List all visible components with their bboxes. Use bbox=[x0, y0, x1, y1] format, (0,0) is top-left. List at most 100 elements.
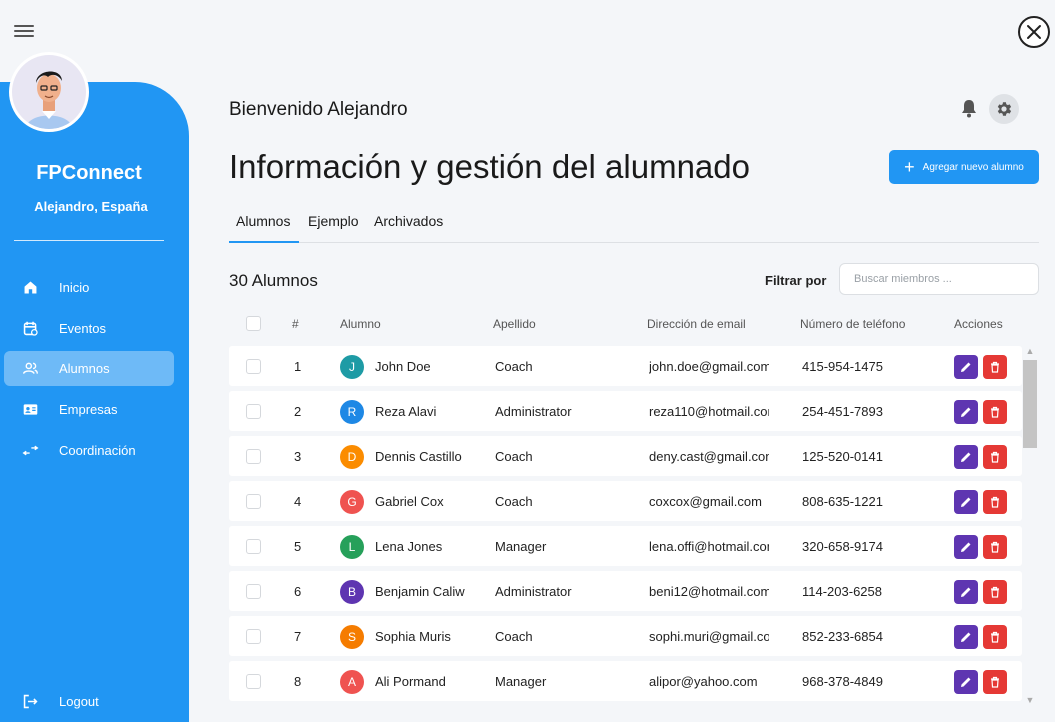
delete-button[interactable] bbox=[983, 355, 1007, 379]
pencil-icon bbox=[961, 362, 971, 372]
edit-button[interactable] bbox=[954, 490, 978, 514]
table-row[interactable]: 5 L Lena Jones Manager lena.offi@hotmail.com… bbox=[229, 526, 1022, 566]
table-row[interactable]: 7 S Sophia Muris Coach sophi.muri@gmail.com 8… bbox=[229, 616, 1022, 656]
student-avatar: R bbox=[340, 400, 364, 424]
sidebar-item-eventos[interactable]: Eventos bbox=[4, 311, 174, 346]
tab-alumnos[interactable]: Alumnos bbox=[236, 213, 290, 229]
student-avatar: G bbox=[340, 490, 364, 514]
settings-button[interactable] bbox=[989, 94, 1019, 124]
row-number: 7 bbox=[294, 629, 302, 644]
bell-icon[interactable] bbox=[960, 98, 978, 118]
search-input[interactable] bbox=[839, 263, 1039, 295]
student-avatar: L bbox=[340, 535, 364, 559]
row-checkbox[interactable] bbox=[246, 539, 261, 554]
row-checkbox[interactable] bbox=[246, 404, 261, 419]
pencil-icon bbox=[961, 677, 971, 687]
select-all-checkbox[interactable] bbox=[246, 316, 261, 331]
row-number: 6 bbox=[294, 584, 302, 599]
home-icon bbox=[24, 281, 37, 294]
trash-icon bbox=[991, 676, 999, 688]
sidebar-item-label: Alumnos bbox=[59, 361, 110, 376]
sidebar-item-coordinacion[interactable]: Coordinación bbox=[4, 433, 174, 468]
scroll-down-arrow-icon[interactable]: ▼ bbox=[1022, 694, 1038, 707]
trash-icon bbox=[991, 541, 999, 553]
table-row[interactable]: 1 J John Doe Coach john.doe@gmail.com 415-954… bbox=[229, 346, 1022, 386]
plus-icon: + bbox=[904, 157, 915, 177]
student-name: John Doe bbox=[375, 359, 431, 374]
arrows-icon bbox=[22, 445, 39, 456]
student-email: alipor@yahoo.com bbox=[649, 674, 758, 689]
delete-button[interactable] bbox=[983, 535, 1007, 559]
row-number: 4 bbox=[294, 494, 302, 509]
row-checkbox[interactable] bbox=[246, 494, 261, 509]
add-student-button[interactable]: + Agregar nuevo alumno bbox=[889, 150, 1039, 184]
student-last-name: Coach bbox=[495, 449, 533, 464]
table-row[interactable]: 3 D Dennis Castillo Coach deny.cast@gmail.co… bbox=[229, 436, 1022, 476]
add-student-label: Agregar nuevo alumno bbox=[922, 161, 1024, 173]
edit-button[interactable] bbox=[954, 535, 978, 559]
menu-icon[interactable] bbox=[14, 22, 34, 42]
row-checkbox[interactable] bbox=[246, 449, 261, 464]
tab-ejemplo[interactable]: Ejemplo bbox=[308, 213, 359, 229]
row-checkbox[interactable] bbox=[246, 674, 261, 689]
logout-icon bbox=[23, 694, 38, 709]
pencil-icon bbox=[961, 542, 971, 552]
edit-button[interactable] bbox=[954, 625, 978, 649]
sidebar-item-inicio[interactable]: Inicio bbox=[4, 270, 174, 305]
trash-icon bbox=[991, 496, 999, 508]
header-last-name[interactable]: Apellido bbox=[493, 317, 536, 331]
scrollbar-thumb[interactable] bbox=[1023, 360, 1037, 448]
logout-button[interactable]: Logout bbox=[4, 684, 174, 719]
pencil-icon bbox=[961, 587, 971, 597]
sidebar-item-alumnos[interactable]: Alumnos bbox=[4, 351, 174, 386]
student-name: Ali Pormand bbox=[375, 674, 446, 689]
edit-button[interactable] bbox=[954, 670, 978, 694]
student-last-name: Coach bbox=[495, 494, 533, 509]
edit-button[interactable] bbox=[954, 400, 978, 424]
header-first-name[interactable]: Alumno bbox=[340, 317, 381, 331]
avatar[interactable] bbox=[9, 52, 89, 132]
delete-button[interactable] bbox=[983, 625, 1007, 649]
student-name: Gabriel Cox bbox=[375, 494, 444, 509]
student-email: coxcox@gmail.com bbox=[649, 494, 762, 509]
header-num: # bbox=[292, 317, 299, 331]
table-row[interactable]: 2 R Reza Alavi Administrator reza110@hotmail… bbox=[229, 391, 1022, 431]
student-email: beni12@hotmail.com bbox=[649, 584, 769, 599]
table-row[interactable]: 4 G Gabriel Cox Coach coxcox@gmail.com 808-63… bbox=[229, 481, 1022, 521]
delete-button[interactable] bbox=[983, 580, 1007, 604]
delete-button[interactable] bbox=[983, 400, 1007, 424]
edit-button[interactable] bbox=[954, 580, 978, 604]
table-row[interactable]: 8 A Ali Pormand Manager alipor@yahoo.com 968-… bbox=[229, 661, 1022, 701]
delete-button[interactable] bbox=[983, 490, 1007, 514]
student-name: Sophia Muris bbox=[375, 629, 451, 644]
id-card-icon bbox=[23, 404, 38, 415]
student-last-name: Coach bbox=[495, 629, 533, 644]
edit-button[interactable] bbox=[954, 355, 978, 379]
pencil-icon bbox=[961, 407, 971, 417]
student-name: Lena Jones bbox=[375, 539, 443, 554]
delete-button[interactable] bbox=[983, 445, 1007, 469]
scroll-up-arrow-icon[interactable]: ▲ bbox=[1022, 345, 1038, 358]
header-phone[interactable]: Número de teléfono bbox=[800, 317, 905, 331]
table-row[interactable]: 6 B Benjamin Caliwag Administrator beni12@ho… bbox=[229, 571, 1022, 611]
tab-archivados[interactable]: Archivados bbox=[374, 213, 443, 229]
student-email: deny.cast@gmail.com bbox=[649, 449, 769, 464]
edit-button[interactable] bbox=[954, 445, 978, 469]
student-avatar: J bbox=[340, 355, 364, 379]
row-checkbox[interactable] bbox=[246, 584, 261, 599]
header-actions: Acciones bbox=[954, 317, 1003, 331]
student-last-name: Coach bbox=[495, 359, 533, 374]
student-phone: 808-635-1221 bbox=[802, 494, 883, 509]
close-button[interactable] bbox=[1018, 16, 1050, 48]
delete-button[interactable] bbox=[983, 670, 1007, 694]
row-checkbox[interactable] bbox=[246, 629, 261, 644]
sidebar: FPConnect Alejandro, España Inicio Event… bbox=[0, 82, 189, 722]
table-scrollbar[interactable]: ▲ ▼ bbox=[1022, 345, 1038, 710]
active-tab-indicator bbox=[229, 241, 299, 243]
sidebar-item-empresas[interactable]: Empresas bbox=[4, 392, 174, 427]
filter-label: Filtrar por bbox=[765, 273, 827, 288]
header-email[interactable]: Dirección de email bbox=[647, 317, 746, 331]
calendar-icon bbox=[23, 321, 38, 336]
row-checkbox[interactable] bbox=[246, 359, 261, 374]
row-number: 2 bbox=[294, 404, 302, 419]
